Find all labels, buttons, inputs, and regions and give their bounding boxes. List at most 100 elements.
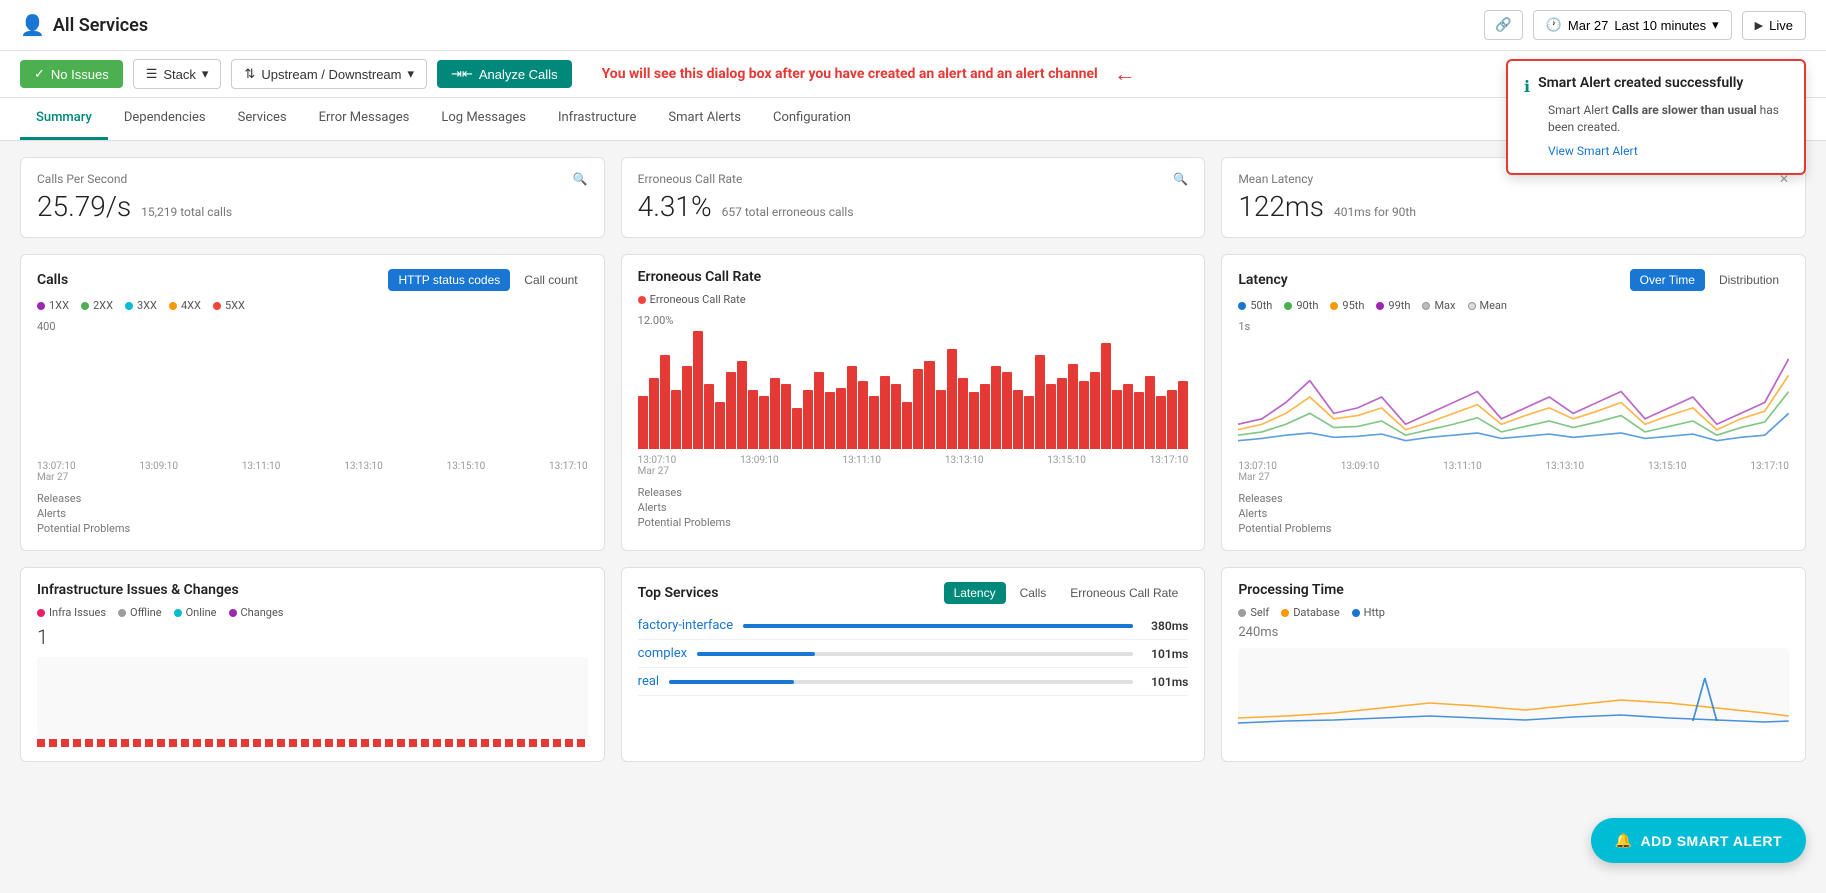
no-issues-button[interactable]: ✓ No Issues — [20, 60, 123, 88]
tab-log-messages[interactable]: Log Messages — [425, 98, 542, 140]
legend-1xx: 1XX — [37, 299, 69, 312]
legend-95th: 95th — [1330, 299, 1364, 312]
search-icon[interactable]: 🔍 — [1173, 172, 1188, 186]
erroneous-chart-header: Erroneous Call Rate — [638, 269, 1189, 285]
ml-value-row: 122ms 401ms for 90th — [1238, 190, 1789, 223]
legend-offline: Offline — [118, 606, 162, 619]
latency-svg — [1238, 337, 1789, 457]
chevron-down-icon: ▾ — [202, 66, 209, 82]
http-status-codes-button[interactable]: HTTP status codes — [388, 269, 510, 291]
calls-tab-button[interactable]: Calls — [1010, 582, 1057, 604]
latency-tab-button[interactable]: Latency — [944, 582, 1006, 604]
legend-max: Max — [1422, 299, 1455, 312]
header-right: 🔗 🕐 Mar 27 Last 10 minutes ▾ ▶ Live — [1484, 10, 1806, 40]
calls-btn-group: HTTP status codes Call count — [388, 269, 587, 291]
infra-header: Infrastructure Issues & Changes — [37, 582, 588, 598]
legend-2xx: 2XX — [81, 299, 113, 312]
popup-title: Smart Alert created successfully — [1538, 75, 1743, 91]
toolbar: ✓ No Issues ☰ Stack ▾ ⇅ Upstream / Downs… — [0, 51, 1826, 98]
proc-legend: Self Database Http — [1238, 606, 1789, 619]
time-range-label: Last 10 minutes — [1614, 18, 1706, 33]
service-value: 101ms — [1143, 675, 1188, 689]
service-bar-wrap — [697, 652, 1133, 656]
legend-online: Online — [174, 606, 217, 619]
latency-legend: 50th 90th 95th 99th Max Mean — [1238, 299, 1789, 312]
cps-label: Calls Per Second — [37, 172, 127, 186]
tab-dependencies[interactable]: Dependencies — [108, 98, 222, 140]
processing-title: Processing Time — [1238, 582, 1343, 598]
infra-title: Infrastructure Issues & Changes — [37, 582, 239, 598]
tab-infrastructure[interactable]: Infrastructure — [542, 98, 652, 140]
ecr-value: 4.31% — [638, 190, 712, 223]
legend-99th: 99th — [1376, 299, 1410, 312]
cps-value-row: 25.79/s 15,219 total calls — [37, 190, 588, 223]
add-smart-alert-label: ADD SMART ALERT — [1640, 833, 1782, 849]
calls-chart-footer: Releases Alerts Potential Problems — [37, 491, 588, 536]
info-icon: ℹ — [1524, 77, 1530, 96]
upstream-downstream-button[interactable]: ⇅ Upstream / Downstream ▾ — [231, 59, 427, 89]
distribution-button[interactable]: Distribution — [1709, 269, 1789, 291]
live-button[interactable]: ▶ Live — [1742, 11, 1806, 40]
processing-time-card: Processing Time Self Database Http 240ms — [1221, 567, 1806, 762]
erroneous-chart-card: Erroneous Call Rate Erroneous Call Rate … — [621, 254, 1206, 551]
legend-3xx: 3XX — [125, 299, 157, 312]
latency-chart-footer: Releases Alerts Potential Problems — [1238, 491, 1789, 536]
tab-summary[interactable]: Summary — [20, 98, 108, 140]
top-services-title: Top Services — [638, 585, 719, 601]
services-icon: 👤 — [20, 13, 45, 37]
over-time-button[interactable]: Over Time — [1630, 269, 1705, 291]
popup-body-prefix: Smart Alert — [1548, 103, 1609, 117]
calls-per-second-card: Calls Per Second 🔍 25.79/s 15,219 total … — [20, 157, 605, 238]
chevron-down-icon: ▾ — [1712, 17, 1719, 33]
list-item: complex 101ms — [638, 640, 1189, 668]
bottom-row: Infrastructure Issues & Changes Infra Is… — [20, 567, 1806, 762]
stack-icon: ☰ — [146, 66, 158, 82]
tab-error-messages[interactable]: Error Messages — [303, 98, 426, 140]
latency-chart-area — [1238, 337, 1789, 457]
check-icon: ✓ — [34, 66, 45, 82]
latency-timestamps: 13:07:10Mar 27 13:09:10 13:11:10 13:13:1… — [1238, 461, 1789, 483]
search-icon[interactable]: 🔍 — [573, 172, 588, 186]
ecr-sub: 657 total erroneous calls — [722, 205, 854, 219]
add-smart-alert-button[interactable]: 🔔 ADD SMART ALERT — [1591, 818, 1806, 863]
link-button[interactable]: 🔗 — [1484, 10, 1523, 40]
erroneous-timestamps: 13:07:10Mar 27 13:09:10 13:11:10 13:13:1… — [638, 455, 1189, 477]
erroneous-chart-footer: Releases Alerts Potential Problems — [638, 485, 1189, 530]
services-list: factory-interface 380ms complex 101ms re… — [638, 612, 1189, 696]
infra-chart-area — [37, 657, 588, 737]
infra-count: 1 — [37, 625, 588, 649]
live-label: Live — [1769, 18, 1793, 33]
alerts-label: Alerts — [638, 500, 1189, 515]
releases-label: Releases — [1238, 491, 1789, 506]
main-content: Calls Per Second 🔍 25.79/s 15,219 total … — [0, 141, 1826, 778]
legend-mean: Mean — [1468, 299, 1508, 312]
popup-body: Smart Alert Calls are slower than usual … — [1548, 102, 1788, 136]
erroneous-call-rate-card: Erroneous Call Rate 🔍 4.31% 657 total er… — [621, 157, 1206, 238]
service-value: 101ms — [1143, 647, 1188, 661]
tab-services[interactable]: Services — [222, 98, 303, 140]
call-count-button[interactable]: Call count — [514, 269, 587, 291]
upstream-icon: ⇅ — [244, 66, 255, 82]
releases-label: Releases — [638, 485, 1189, 500]
time-range-button[interactable]: 🕐 Mar 27 Last 10 minutes ▾ — [1533, 10, 1732, 40]
analyze-calls-button[interactable]: ⇥⇤ Analyze Calls — [437, 60, 572, 88]
view-smart-alert-link[interactable]: View Smart Alert — [1548, 144, 1638, 158]
service-name[interactable]: complex — [638, 646, 687, 661]
tab-configuration[interactable]: Configuration — [757, 98, 867, 140]
erroneous-tab-button[interactable]: Erroneous Call Rate — [1060, 582, 1188, 604]
calls-chart-header: Calls HTTP status codes Call count — [37, 269, 588, 291]
arrow-icon: ← — [1114, 61, 1136, 87]
popup-header: ℹ Smart Alert created successfully — [1524, 75, 1788, 96]
calls-chart-card: Calls HTTP status codes Call count 1XX 2… — [20, 254, 605, 551]
service-name[interactable]: factory-interface — [638, 618, 733, 633]
calls-chart-title: Calls — [37, 272, 68, 288]
stack-button[interactable]: ☰ Stack ▾ — [133, 59, 222, 89]
releases-label: Releases — [37, 491, 588, 506]
service-bar-wrap — [669, 680, 1133, 684]
stack-label: Stack — [163, 67, 196, 82]
top-services-card: Top Services Latency Calls Erroneous Cal… — [621, 567, 1206, 762]
tab-smart-alerts[interactable]: Smart Alerts — [652, 98, 757, 140]
analyze-calls-label: Analyze Calls — [479, 67, 558, 82]
service-name[interactable]: real — [638, 674, 659, 689]
calls-legend: 1XX 2XX 3XX 4XX 5XX — [37, 299, 588, 312]
